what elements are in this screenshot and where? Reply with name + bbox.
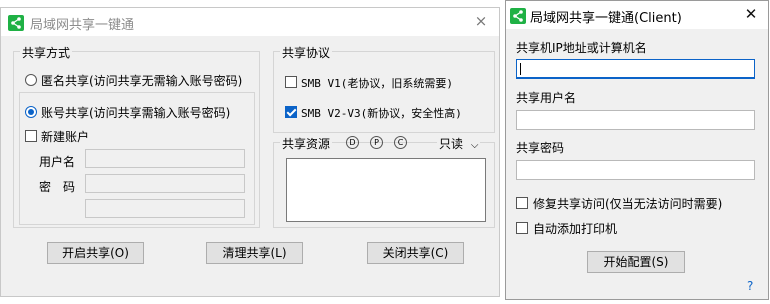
new-account-checkbox[interactable]: [25, 130, 37, 142]
text-caret: [520, 63, 521, 75]
stop-share-button[interactable]: 关闭共享(C): [367, 242, 464, 264]
add-printer-checkbox[interactable]: [516, 222, 528, 234]
host-input[interactable]: [516, 59, 755, 79]
drive-p-badge[interactable]: P: [370, 136, 383, 149]
smb-v2-label[interactable]: SMB V2-V3(新协议，安全性高): [301, 105, 462, 121]
repair-access-checkbox[interactable]: [516, 197, 528, 209]
main-close-icon[interactable]: ×: [471, 11, 491, 31]
host-label: 共享机IP地址或计算机名: [516, 41, 647, 55]
client-close-icon[interactable]: ✕: [741, 4, 761, 24]
new-account-label[interactable]: 新建账户: [41, 128, 89, 145]
client-titlebar: 局域网共享一键通(Client) ✕: [506, 1, 768, 29]
drive-c-badge[interactable]: C: [394, 136, 407, 149]
client-window-title: 局域网共享一键通(Client): [530, 11, 682, 26]
password-label: 密 码: [39, 180, 76, 194]
start-config-button[interactable]: 开始配置(S): [587, 251, 685, 273]
chevron-down-icon: ⌵: [470, 140, 479, 151]
smb-v1-label[interactable]: SMB V1(老协议，旧系统需要): [301, 75, 453, 91]
drive-d-badge[interactable]: D: [346, 136, 359, 149]
repair-access-label[interactable]: 修复共享访问(仅当无法访问时需要): [533, 195, 722, 212]
add-printer-label[interactable]: 自动添加打印机: [533, 220, 617, 237]
share-mode-group: 共享方式 匿名共享(访问共享无需输入账号密码) 账号共享(访问共享需输入账号密码…: [13, 44, 260, 228]
confirm-password-field[interactable]: [85, 199, 245, 218]
permission-value: 只读: [439, 137, 464, 151]
anonymous-share-radio[interactable]: [25, 74, 37, 86]
share-password-label: 共享密码: [516, 141, 565, 155]
main-window-title: 局域网共享一键通: [30, 18, 135, 33]
account-share-radio[interactable]: [25, 106, 37, 118]
smb-v1-checkbox[interactable]: [285, 76, 297, 88]
share-user-label: 共享用户名: [516, 91, 577, 105]
share-mode-legend: 共享方式: [20, 44, 73, 61]
help-link[interactable]: ?: [747, 279, 753, 293]
smb-v2-checkbox[interactable]: [285, 106, 297, 118]
clear-share-button[interactable]: 清理共享(L): [206, 242, 303, 264]
share-user-input[interactable]: [516, 110, 755, 130]
share-app-icon: [8, 15, 24, 31]
username-field[interactable]: [85, 149, 245, 168]
client-window: 局域网共享一键通(Client) ✕ 共享机IP地址或计算机名 共享用户名 共享…: [505, 0, 769, 300]
client-app-icon: [510, 8, 526, 24]
resources-list[interactable]: [286, 158, 486, 222]
main-window: 局域网共享一键通 × 共享方式 匿名共享(访问共享无需输入账号密码) 账号共享(…: [0, 7, 500, 297]
resources-group: 共享资源 D P C 只读 ⌵: [273, 135, 495, 228]
anonymous-share-label[interactable]: 匿名共享(访问共享无需输入账号密码): [41, 72, 242, 89]
protocol-legend: 共享协议: [280, 44, 333, 61]
resources-legend: 共享资源: [280, 135, 333, 152]
share-password-input[interactable]: [516, 160, 755, 180]
username-label: 用户名: [39, 155, 76, 169]
account-share-label[interactable]: 账号共享(访问共享需输入账号密码): [41, 104, 230, 121]
permission-select[interactable]: 只读 ⌵: [437, 135, 481, 152]
start-share-button[interactable]: 开启共享(O): [47, 242, 144, 264]
main-titlebar: 局域网共享一键通 ×: [1, 8, 499, 36]
protocol-group: 共享协议 SMB V1(老协议，旧系统需要) SMB V2-V3(新协议，安全性…: [273, 44, 495, 133]
password-field[interactable]: [85, 174, 245, 193]
